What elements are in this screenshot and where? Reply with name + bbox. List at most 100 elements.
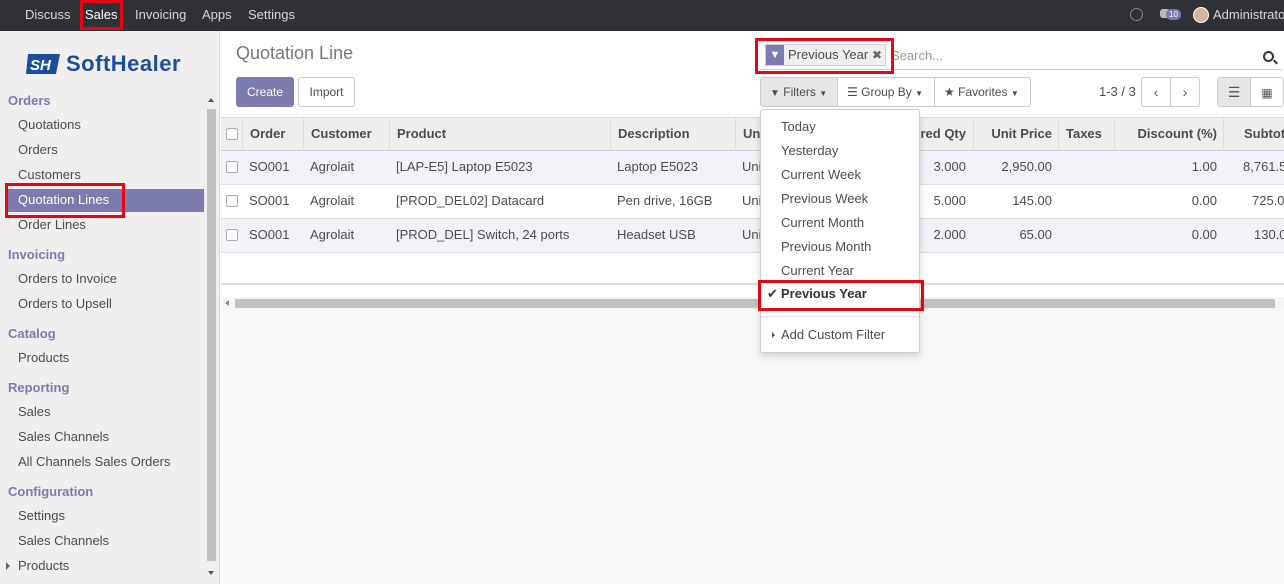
facet-remove-icon[interactable]: ✖ [872, 48, 882, 62]
filter-current-week[interactable]: Current Week [781, 167, 861, 182]
star-icon: ★ [944, 85, 955, 99]
sidebar-item-config-products[interactable]: Products [18, 558, 69, 573]
section-orders[interactable]: Orders [8, 93, 51, 108]
sidebar-item-all-channels-sales-orders[interactable]: All Channels Sales Orders [18, 454, 170, 469]
scroll-up-icon[interactable] [208, 98, 214, 102]
sidebar-item-orders-to-upsell[interactable]: Orders to Upsell [18, 296, 112, 311]
row-checkbox[interactable] [226, 229, 238, 241]
cell-customer: Agrolait [310, 193, 355, 208]
search-input[interactable]: Search... [891, 48, 943, 63]
cell-price: 2,950.00 [1001, 159, 1052, 174]
horizontal-scrollbar[interactable] [221, 297, 1284, 310]
sidebar: SH SoftHealer Orders Quotations Orders C… [0, 31, 220, 584]
column-subtotal[interactable]: Subtotal [1223, 118, 1284, 151]
sidebar-item-order-lines[interactable]: Order Lines [18, 217, 86, 232]
sidebar-item-config-sales-channels[interactable]: Sales Channels [18, 533, 109, 548]
pager-previous-button[interactable]: ‹ [1141, 77, 1171, 107]
chevron-right-icon: › [1182, 84, 1188, 100]
filter-previous-week[interactable]: Previous Week [781, 191, 868, 206]
sidebar-item-quotation-lines[interactable]: Quotation Lines [5, 183, 204, 218]
section-invoicing[interactable]: Invoicing [8, 247, 65, 262]
list-view-button[interactable]: ☰ [1217, 77, 1251, 107]
cell-order: SO001 [249, 227, 290, 242]
filters-button[interactable]: ▼ Filters ▼ [760, 77, 838, 107]
sidebar-scrollbar[interactable] [205, 95, 217, 581]
checkmark-icon: ✔ [767, 286, 778, 301]
search-facet[interactable]: ▼ Previous Year ✖ [765, 44, 886, 66]
cell-price: 65.00 [1019, 227, 1052, 242]
section-configuration[interactable]: Configuration [8, 484, 93, 499]
group-by-button[interactable]: ☰ Group By ▼ [837, 77, 935, 107]
message-count-badge: 10 [1166, 9, 1181, 20]
filters-label: Filters [783, 85, 816, 99]
menu-settings[interactable]: Settings [248, 0, 295, 31]
caret-down-icon: ▼ [915, 89, 924, 98]
column-taxes[interactable]: Taxes [1058, 118, 1115, 151]
sidebar-item-orders[interactable]: Orders [18, 142, 58, 157]
favorites-label: Favorites [958, 85, 1008, 99]
column-customer[interactable]: Customer [303, 118, 390, 151]
row-checkbox[interactable] [226, 195, 238, 207]
chevron-left-icon: ‹ [1153, 84, 1159, 100]
table-row[interactable]: SO001 Agrolait [LAP-E5] Laptop E5023 Lap… [221, 151, 1284, 185]
column-product[interactable]: Product [389, 118, 611, 151]
sidebar-item-orders-to-invoice[interactable]: Orders to Invoice [18, 271, 117, 286]
avatar[interactable] [1193, 7, 1209, 23]
filter-icon: ▼ [766, 45, 784, 65]
kanban-view-icon: ▦ [1261, 86, 1273, 100]
filter-current-year[interactable]: Current Year [781, 263, 854, 278]
filter-current-month[interactable]: Current Month [781, 215, 864, 230]
menu-apps[interactable]: Apps [202, 0, 232, 31]
filter-previous-year[interactable]: ✔ Previous Year [758, 280, 924, 311]
cell-description: Pen drive, 16GB [617, 193, 713, 208]
menu-sales[interactable]: Sales [80, 0, 123, 30]
menu-discuss[interactable]: Discuss [25, 0, 71, 31]
filter-icon: ▼ [770, 88, 780, 99]
cell-product: [PROD_DEL] Switch, 24 ports [396, 227, 570, 242]
cell-discount: 0.00 [1191, 193, 1217, 208]
cell-discount: 1.00 [1191, 159, 1217, 174]
sidebar-item-products[interactable]: Products [18, 350, 69, 365]
scroll-left-icon[interactable] [225, 300, 229, 306]
filter-previous-month[interactable]: Previous Month [781, 239, 871, 254]
cell-subtotal: 725.00 [1252, 193, 1284, 208]
table-row[interactable]: SO001 Agrolait [PROD_DEL02] Datacard Pen… [221, 185, 1284, 219]
softhealer-logo[interactable]: SH SoftHealer [26, 50, 196, 78]
column-description[interactable]: Description [610, 118, 736, 151]
menu-invoicing[interactable]: Invoicing [135, 0, 186, 31]
table-row[interactable]: SO001 Agrolait [PROD_DEL] Switch, 24 por… [221, 219, 1284, 253]
select-all-checkbox[interactable] [226, 128, 238, 140]
column-unit-price[interactable]: Unit Price [973, 118, 1059, 151]
cell-description: Headset USB [617, 227, 696, 242]
horizontal-scroll-thumb[interactable] [235, 299, 1275, 308]
sidebar-item-sales-channels[interactable]: Sales Channels [18, 429, 109, 444]
create-button[interactable]: Create [236, 77, 294, 107]
cell-subtotal: 130.00 [1254, 227, 1284, 242]
pager[interactable]: 1-3 / 3 [1099, 84, 1136, 99]
sidebar-item-sales[interactable]: Sales [18, 404, 51, 419]
kanban-view-button[interactable]: ▦ [1250, 77, 1284, 107]
filter-today[interactable]: Today [781, 119, 816, 134]
cell-order: SO001 [249, 193, 290, 208]
top-navbar: Discuss Sales Invoicing Apps Settings 10… [0, 0, 1284, 31]
pager-next-button[interactable]: › [1170, 77, 1200, 107]
sidebar-item-quotations[interactable]: Quotations [18, 117, 81, 132]
user-menu[interactable]: Administrator [1213, 0, 1284, 31]
import-button[interactable]: Import [298, 77, 355, 107]
column-discount[interactable]: Discount (%) [1114, 118, 1224, 151]
section-catalog[interactable]: Catalog [8, 326, 56, 341]
sidebar-item-customers[interactable]: Customers [18, 167, 81, 182]
favorites-button[interactable]: ★ Favorites ▼ [934, 77, 1031, 107]
scroll-down-icon[interactable] [208, 571, 214, 575]
section-reporting[interactable]: Reporting [8, 380, 69, 395]
list-view-icon: ☰ [1227, 84, 1241, 100]
sidebar-scroll-thumb[interactable] [207, 109, 216, 561]
cell-customer: Agrolait [310, 227, 355, 242]
list-icon: ☰ [847, 85, 858, 99]
filter-yesterday[interactable]: Yesterday [781, 143, 838, 158]
add-custom-filter[interactable]: Add Custom Filter [781, 327, 885, 342]
row-checkbox[interactable] [226, 161, 238, 173]
column-order[interactable]: Order [242, 118, 304, 151]
sidebar-item-settings[interactable]: Settings [18, 508, 65, 523]
clock-icon[interactable] [1130, 8, 1143, 21]
